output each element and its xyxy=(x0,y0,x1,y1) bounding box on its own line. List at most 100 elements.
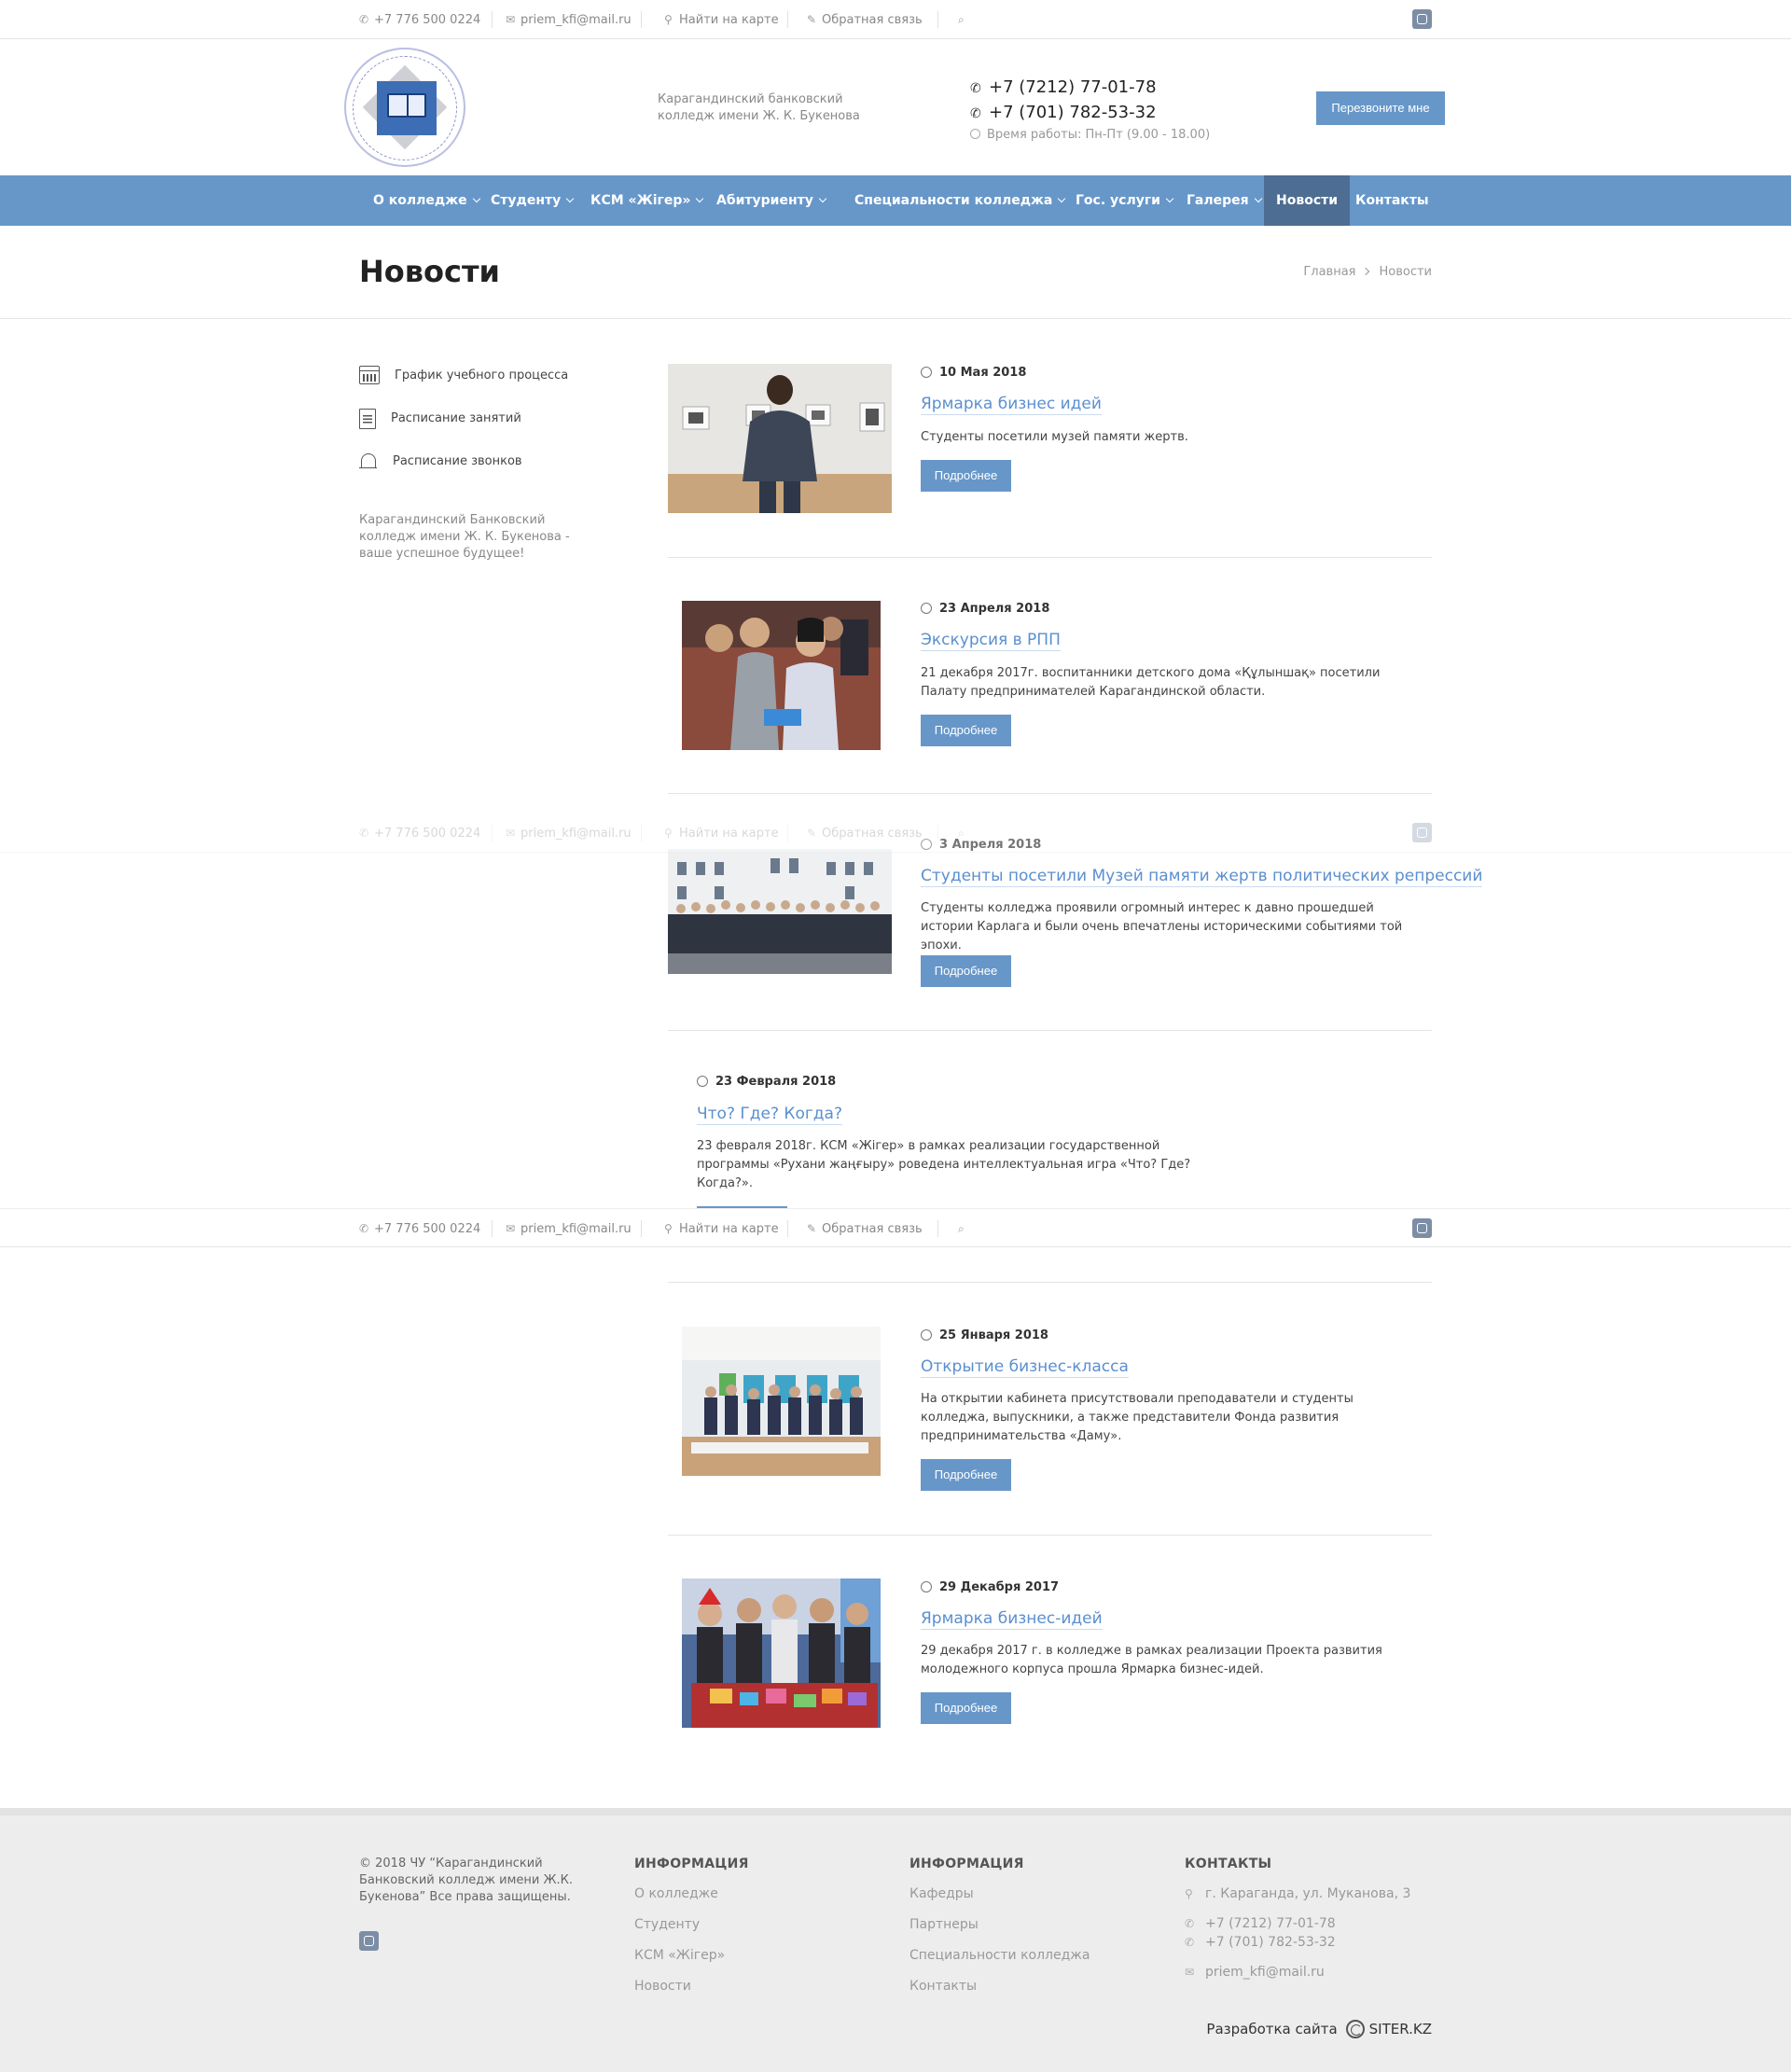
footer-link[interactable]: Новости xyxy=(634,1979,749,2009)
footer-phone-2[interactable]: ✆ +7 (701) 782-53-32 xyxy=(1185,1935,1410,1965)
nav-student[interactable]: Студенту xyxy=(479,175,585,226)
read-more-button[interactable]: Подробнее xyxy=(921,460,1011,492)
map-pin-icon: ⚲ xyxy=(1185,1887,1193,1900)
news-title-link[interactable]: Студенты посетили Музей памяти жертв пол… xyxy=(921,867,1483,887)
envelope-icon: ✉ xyxy=(506,827,516,840)
college-logo[interactable] xyxy=(344,48,465,167)
developer-credit[interactable]: Разработка сайта SITER.KZ xyxy=(1206,2020,1432,2038)
footer-column-contacts: КОНТАКТЫ ⚲ г. Караганда, ул. Муканова, 3 … xyxy=(1185,1856,1410,1980)
footer-phone-1-text: +7 (7212) 77-01-78 xyxy=(1205,1916,1336,1931)
footer-email-text: priem_kfi@mail.ru xyxy=(1205,1965,1325,1980)
nav-applicant[interactable]: Абитуриенту xyxy=(704,175,838,226)
phone-icon: ✆ xyxy=(359,827,369,840)
sidebar-link-label: Расписание занятий xyxy=(391,411,521,425)
footer-link[interactable]: О колледже xyxy=(634,1886,749,1917)
search-icon[interactable]: ⌕ xyxy=(958,0,973,39)
callback-button[interactable]: Перезвоните мне xyxy=(1316,91,1445,125)
news-image[interactable] xyxy=(668,364,892,513)
divider xyxy=(492,825,493,841)
footer-link[interactable]: КСМ «Жігер» xyxy=(634,1948,749,1979)
news-date-text: 23 Февраля 2018 xyxy=(715,1075,837,1089)
breadcrumb-current: Новости xyxy=(1379,265,1432,279)
topbar-feedback-link[interactable]: ✎ Обратная связь xyxy=(807,1209,923,1248)
topbar-phone[interactable]: ✆ +7 776 500 0224 xyxy=(359,814,480,853)
instagram-icon[interactable] xyxy=(1412,823,1432,842)
nav-news[interactable]: Новости xyxy=(1264,175,1351,226)
sidebar-link-schedule-process[interactable]: График учебного процесса xyxy=(359,362,568,390)
news-image[interactable] xyxy=(682,1578,881,1728)
page-title: Новости xyxy=(359,254,500,289)
topbar-feedback-link[interactable]: ✎ Обратная связь xyxy=(807,0,923,39)
topbar-email[interactable]: ✉ priem_kfi@mail.ru xyxy=(506,814,632,853)
footer-link[interactable]: Контакты xyxy=(909,1979,1090,2009)
nav-gov-services[interactable]: Гос. услуги xyxy=(1063,175,1185,226)
clock-icon xyxy=(970,129,980,139)
sidebar-tagline: Карагандинский Банковский колледж имени … xyxy=(359,513,570,561)
topbar-email-text: priem_kfi@mail.ru xyxy=(521,13,632,27)
map-pin-icon: ⚲ xyxy=(664,827,673,840)
nav-contacts[interactable]: Контакты xyxy=(1343,175,1441,226)
working-hours: Время работы: Пн-Пт (9.00 - 18.00) xyxy=(970,128,1210,142)
topbar-feedback-text: Обратная связь xyxy=(822,827,923,841)
nav-student-label: Студенту xyxy=(491,193,562,208)
chevron-down-icon xyxy=(1165,194,1174,203)
news-title-link[interactable]: Открытие бизнес-класса xyxy=(921,1357,1129,1378)
footer-link[interactable]: Студенту xyxy=(634,1917,749,1948)
footer-column-info-1: ИНФОРМАЦИЯ О колледже Студенту КСМ «Жіге… xyxy=(634,1856,749,2009)
topbar-feedback-text: Обратная связь xyxy=(822,13,923,27)
topbar-map-link[interactable]: ⚲ Найти на карте xyxy=(664,1209,779,1248)
nav-ksm[interactable]: КСМ «Жігер» xyxy=(578,175,715,226)
footer-phone-1[interactable]: ✆ +7 (7212) 77-01-78 xyxy=(1185,1916,1410,1935)
sidebar-link-bells[interactable]: Расписание звонков xyxy=(359,448,522,476)
header-phone-2[interactable]: ✆ +7 (701) 782-53-32 xyxy=(970,101,1210,126)
instagram-icon[interactable] xyxy=(359,1931,379,1951)
phone-icon: ✆ xyxy=(970,81,981,96)
search-icon[interactable]: ⌕ xyxy=(958,1209,973,1248)
topbar-map-text: Найти на карте xyxy=(679,1222,779,1236)
topbar-map-link[interactable]: ⚲ Найти на карте xyxy=(664,814,779,853)
read-more-button[interactable]: Подробнее xyxy=(921,955,1011,987)
chat-icon: ✎ xyxy=(807,1222,817,1235)
clock-icon xyxy=(921,603,932,614)
envelope-icon: ✉ xyxy=(506,1222,516,1235)
topbar-email[interactable]: ✉ priem_kfi@mail.ru xyxy=(506,0,632,39)
calendar-icon xyxy=(359,365,380,384)
news-title-link[interactable]: Ярмарка бизнес идей xyxy=(921,395,1102,415)
header-phone-1[interactable]: ✆ +7 (7212) 77-01-78 xyxy=(970,76,1210,101)
footer-link[interactable]: Специальности колледжа xyxy=(909,1948,1090,1979)
news-image[interactable] xyxy=(682,1327,881,1476)
chevron-right-icon xyxy=(1362,267,1370,276)
search-icon[interactable]: ⌕ xyxy=(958,814,973,853)
breadcrumb-home[interactable]: Главная xyxy=(1303,265,1355,279)
topbar-phone[interactable]: ✆ +7 776 500 0224 xyxy=(359,0,480,39)
read-more-button[interactable]: Подробнее xyxy=(921,715,1011,746)
read-more-button[interactable]: Подробнее xyxy=(921,1692,1011,1724)
document-icon xyxy=(359,408,376,429)
nav-about[interactable]: О колледже xyxy=(361,175,492,226)
nav-gallery[interactable]: Галерея xyxy=(1174,175,1273,226)
news-image[interactable] xyxy=(668,849,892,974)
nav-specialties[interactable]: Специальности колледжа xyxy=(842,175,1076,226)
read-more-button[interactable]: Подробнее xyxy=(921,1459,1011,1491)
news-image[interactable] xyxy=(682,601,881,750)
footer-link[interactable]: Партнеры xyxy=(909,1917,1090,1948)
topbar-map-link[interactable]: ⚲ Найти на карте xyxy=(664,0,779,39)
footer-link[interactable]: Кафедры xyxy=(909,1886,1090,1917)
chevron-down-icon xyxy=(1254,194,1262,203)
footer-column-info-2: ИНФОРМАЦИЯ Кафедры Партнеры Специальност… xyxy=(909,1856,1090,2009)
instagram-icon[interactable] xyxy=(1412,9,1432,29)
topbar: ✆ +7 776 500 0224 ✉ priem_kfi@mail.ru ⚲ Най… xyxy=(0,0,1791,39)
topbar-phone-text: +7 776 500 0224 xyxy=(374,827,481,841)
map-pin-icon: ⚲ xyxy=(664,1222,673,1235)
instagram-icon[interactable] xyxy=(1412,1218,1432,1238)
topbar-phone[interactable]: ✆ +7 776 500 0224 xyxy=(359,1209,480,1248)
topbar-email[interactable]: ✉ priem_kfi@mail.ru xyxy=(506,1209,632,1248)
news-title-link[interactable]: Что? Где? Когда? xyxy=(697,1105,842,1125)
sidebar-link-timetable[interactable]: Расписание занятий xyxy=(359,405,521,433)
topbar-feedback-text: Обратная связь xyxy=(822,1222,923,1236)
news-title-link[interactable]: Ярмарка бизнес-идей xyxy=(921,1609,1103,1630)
news-title-link[interactable]: Экскурсия в РПП xyxy=(921,631,1061,651)
topbar-feedback-link[interactable]: ✎ Обратная связь xyxy=(807,814,923,853)
topbar-phone-text: +7 776 500 0224 xyxy=(374,13,481,27)
footer-email[interactable]: ✉ priem_kfi@mail.ru xyxy=(1185,1965,1410,1980)
